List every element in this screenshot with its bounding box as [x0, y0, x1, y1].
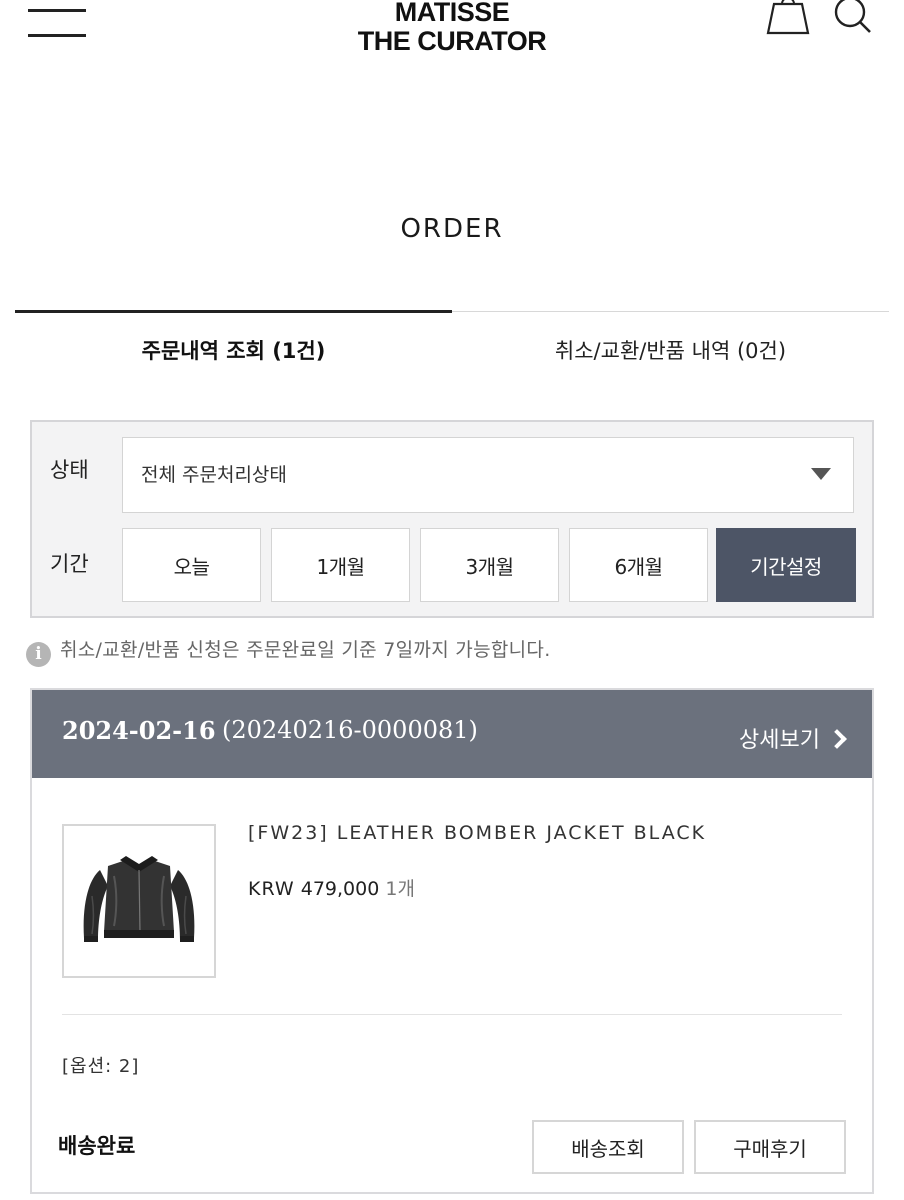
- site-header: MATISSE THE CURATOR: [0, 0, 904, 70]
- tab-order-history[interactable]: 주문내역 조회 (1건): [15, 334, 452, 368]
- period-today-button[interactable]: 오늘: [122, 528, 261, 602]
- product-option: [옵션: 2]: [62, 1056, 140, 1077]
- status-select-value: 전체 주문처리상태: [141, 464, 287, 486]
- product-price-line: KRW 479,000 1개: [248, 874, 415, 901]
- price-amount: 479,000: [300, 878, 380, 900]
- product-quantity: 1개: [385, 878, 415, 900]
- search-icon[interactable]: [830, 0, 874, 36]
- product-name[interactable]: [FW23] LEATHER BOMBER JACKET BLACK: [248, 822, 706, 844]
- order-detail-link[interactable]: 상세보기: [739, 722, 847, 754]
- status-label: 상태: [50, 458, 89, 482]
- page-title: ORDER: [400, 214, 504, 244]
- period-label: 기간: [50, 552, 89, 576]
- dropdown-arrow-icon: [811, 468, 831, 480]
- order-date: 2024-02-16: [62, 716, 216, 745]
- order-filter-panel: 상태 전체 주문처리상태 기간 오늘 1개월 3개월 6개월 기간설정: [30, 420, 874, 618]
- notice-text: 취소/교환/반품 신청은 주문완료일 기준 7일까지 가능합니다.: [60, 639, 551, 661]
- status-select[interactable]: 전체 주문처리상태: [122, 437, 854, 513]
- order-card: 2024-02-16 (20240216-0000081) 상세보기 [FW23…: [30, 688, 874, 1194]
- period-1month-button[interactable]: 1개월: [271, 528, 410, 602]
- order-detail-label: 상세보기: [739, 728, 820, 753]
- write-review-button[interactable]: 구매후기: [694, 1120, 846, 1174]
- price-currency: KRW: [248, 878, 295, 900]
- period-custom-button[interactable]: 기간설정: [716, 528, 856, 602]
- product-thumbnail[interactable]: [62, 824, 216, 978]
- track-delivery-button[interactable]: 배송조회: [532, 1120, 684, 1174]
- card-divider: [62, 1014, 842, 1015]
- notice: i 취소/교환/반품 신청은 주문완료일 기준 7일까지 가능합니다.: [26, 634, 886, 667]
- leather-jacket-image: [83, 856, 195, 942]
- order-number: (20240216-0000081): [222, 716, 478, 744]
- info-icon: i: [26, 642, 51, 667]
- chevron-right-icon: [827, 729, 847, 749]
- order-card-header: 2024-02-16 (20240216-0000081) 상세보기: [32, 690, 872, 778]
- tab-cancel-exchange-return[interactable]: 취소/교환/반품 내역 (0건): [452, 334, 889, 368]
- period-3month-button[interactable]: 3개월: [420, 528, 559, 602]
- active-tab-indicator: [15, 310, 452, 313]
- shopping-bag-icon[interactable]: [764, 0, 812, 36]
- period-6month-button[interactable]: 6개월: [569, 528, 708, 602]
- shipping-status: 배송완료: [58, 1134, 136, 1158]
